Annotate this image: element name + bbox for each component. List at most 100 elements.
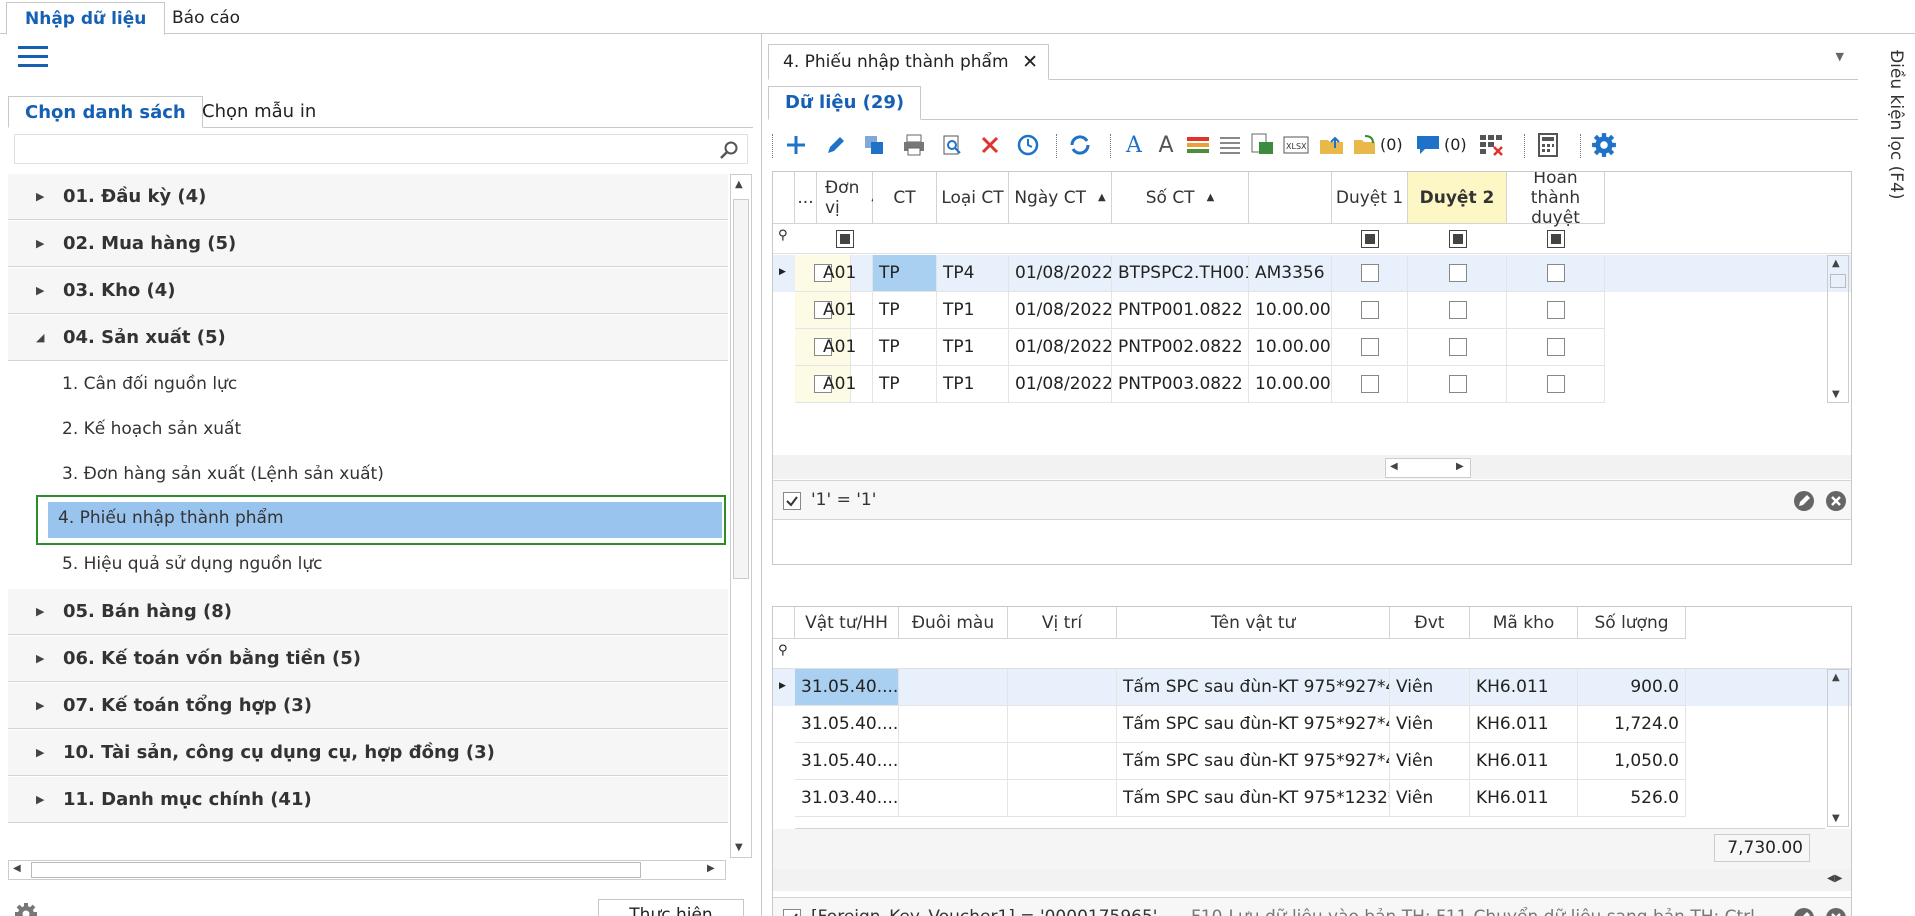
collapsed-arrow-icon[interactable]: ▶: [36, 636, 44, 682]
table-cell[interactable]: TP1: [937, 292, 1009, 329]
execute-button[interactable]: Thực hiện: [598, 899, 744, 916]
filter-condition-side-label[interactable]: Điều kiện lọc (F4): [1876, 50, 1906, 199]
folder-open-icon[interactable]: [1350, 126, 1382, 164]
table-cell[interactable]: PNTP003.0822: [1112, 366, 1249, 403]
table-cell[interactable]: 31.03.40....: [795, 780, 899, 817]
excel-xlsx-icon[interactable]: XLSX: [1280, 126, 1312, 164]
grid-columns-icon[interactable]: [1476, 126, 1508, 164]
table-row[interactable]: ▶ A01TPTP401/08/2022BTPSPC2.TH001AM3356 |…: [773, 255, 1851, 292]
sort-ascending-icon[interactable]: ▲: [1207, 188, 1215, 208]
table-cell[interactable]: [899, 706, 1008, 743]
approval-cell[interactable]: [1332, 366, 1408, 403]
tree-horizontal-scrollbar[interactable]: ◀ ▶: [8, 860, 726, 880]
folder-upload-icon[interactable]: [1316, 126, 1348, 164]
table-cell[interactable]: A01: [817, 366, 873, 403]
approval-checkbox[interactable]: [1547, 264, 1565, 282]
table-cell[interactable]: [899, 669, 1008, 706]
table-cell[interactable]: A01: [817, 255, 873, 292]
sort-ascending-icon[interactable]: ▲: [1098, 188, 1106, 208]
tree-item[interactable]: 1. Cân đối nguồn lực: [8, 362, 728, 407]
table-cell[interactable]: KH6.011: [1470, 669, 1578, 706]
approval-checkbox[interactable]: [1361, 375, 1379, 393]
table-cell[interactable]: TP1: [937, 366, 1009, 403]
tree-group[interactable]: ▶ 07. Kế toán tổng hợp (3): [8, 683, 728, 729]
column-header[interactable]: Số lượng: [1578, 607, 1686, 639]
table-cell[interactable]: 1,724.0: [1578, 706, 1686, 743]
table-cell[interactable]: Tấm SPC sau đùn-KT 975*927*40 00...: [1117, 706, 1390, 743]
edit-pencil-icon[interactable]: [820, 126, 852, 164]
delete-icon[interactable]: [974, 126, 1006, 164]
clear-filter-icon[interactable]: [1825, 907, 1847, 916]
edit-filter-icon[interactable]: [1793, 490, 1815, 517]
table-cell[interactable]: Tấm SPC sau đùn-KT 975*1232*40 0...: [1117, 780, 1390, 817]
tree-item[interactable]: 3. Đơn hàng sản xuất (Lệnh sản xuất): [8, 452, 728, 497]
filter-enable-checkbox[interactable]: [783, 492, 801, 510]
tab-du-lieu[interactable]: Dữ liệu (29): [768, 86, 922, 120]
approval-cell[interactable]: [1408, 292, 1507, 329]
table-row[interactable]: 31.05.40.... Tấm SPC sau đùn-KT 975*927*4…: [773, 706, 1851, 743]
edit-filter-icon[interactable]: [1793, 907, 1815, 916]
collapsed-arrow-icon[interactable]: ▶: [36, 268, 44, 314]
column-header[interactable]: Mã kho: [1470, 607, 1578, 639]
table-cell[interactable]: [1008, 706, 1117, 743]
collapsed-arrow-icon[interactable]: ▶: [36, 730, 44, 776]
table-cell[interactable]: Viên: [1390, 706, 1470, 743]
scroll-right-icon[interactable]: ▶: [707, 863, 715, 874]
column-header[interactable]: CT: [873, 172, 937, 224]
scroll-up-icon[interactable]: ▲: [1832, 672, 1840, 683]
table-row[interactable]: ▶ 31.05.40.... Tấm SPC sau đùn-KT 975*927*…: [773, 669, 1851, 706]
history-icon[interactable]: [1012, 126, 1044, 164]
comment-icon[interactable]: [1412, 126, 1444, 164]
scroll-down-icon[interactable]: ▼: [1832, 389, 1840, 400]
approval-cell[interactable]: [1332, 329, 1408, 366]
filter-checkbox[interactable]: [1361, 230, 1379, 248]
tab-chon-mau-in[interactable]: Chọn mẫu in: [186, 96, 332, 128]
column-header[interactable]: Loại CT: [937, 172, 1009, 224]
scroll-right-icon[interactable]: ◀▶: [1827, 873, 1842, 884]
approval-checkbox[interactable]: [1547, 338, 1565, 356]
scroll-left-icon[interactable]: ◀: [1390, 461, 1398, 472]
table-cell[interactable]: TP: [873, 292, 937, 329]
column-header[interactable]: Đvt: [1390, 607, 1470, 639]
close-icon[interactable]: ✕: [1022, 45, 1038, 79]
tree-group[interactable]: ▶ 11. Danh mục chính (41): [8, 777, 728, 823]
font-icon[interactable]: A: [1150, 126, 1182, 164]
table-cell[interactable]: Tấm SPC sau đùn-KT 975*927*40 00...: [1117, 743, 1390, 780]
scroll-down-icon[interactable]: ▼: [735, 842, 743, 853]
approval-checkbox[interactable]: [1547, 301, 1565, 319]
table-row[interactable]: 31.05.40.... Tấm SPC sau đùn-KT 975*927*4…: [773, 743, 1851, 780]
filter-expression[interactable]: [Foreign_Key_Voucher1] = '0000175965': [811, 907, 1157, 916]
approval-checkbox[interactable]: [1361, 301, 1379, 319]
scroll-up-icon[interactable]: ▲: [1832, 258, 1840, 269]
approval-checkbox[interactable]: [1361, 338, 1379, 356]
column-header[interactable]: Đơn vị ▲: [817, 172, 879, 224]
approval-checkbox[interactable]: [1448, 264, 1467, 282]
table-cell[interactable]: TP: [873, 255, 937, 292]
column-header[interactable]: Tên vật tư: [1117, 607, 1390, 639]
tree-group[interactable]: ▶ 05. Bán hàng (8): [8, 589, 728, 635]
table-cell[interactable]: 1,050.0: [1578, 743, 1686, 780]
approval-cell[interactable]: [1507, 329, 1605, 366]
scroll-left-icon[interactable]: ◀: [13, 863, 21, 874]
column-header[interactable]: [1249, 172, 1332, 224]
table-cell[interactable]: KH6.011: [1470, 780, 1578, 817]
table-cell[interactable]: [1008, 669, 1117, 706]
filter-checkbox[interactable]: [1448, 230, 1467, 248]
filter-expression[interactable]: '1' = '1': [811, 490, 876, 510]
scroll-right-icon[interactable]: ▶: [1456, 461, 1464, 472]
table-cell[interactable]: [1008, 780, 1117, 817]
conditional-format-icon[interactable]: [1182, 126, 1214, 164]
table-cell[interactable]: Viên: [1390, 669, 1470, 706]
clear-filter-icon[interactable]: [1825, 490, 1847, 517]
table-cell[interactable]: TP1: [937, 329, 1009, 366]
tree-group[interactable]: ◢ 04. Sản xuất (5): [8, 315, 728, 361]
filter-pin-icon[interactable]: ⚲: [778, 643, 788, 658]
approval-checkbox[interactable]: [1448, 338, 1467, 356]
spell-check-icon[interactable]: A: [1118, 126, 1150, 164]
scroll-thumb[interactable]: [31, 862, 641, 878]
table-row[interactable]: A01TPTP101/08/2022PNTP001.082210.00.0000: [773, 292, 1851, 329]
table-cell[interactable]: 31.05.40....: [795, 743, 899, 780]
table-cell[interactable]: TP: [873, 366, 937, 403]
settings-gear-icon[interactable]: [1588, 126, 1620, 164]
copy-icon[interactable]: [858, 126, 890, 164]
